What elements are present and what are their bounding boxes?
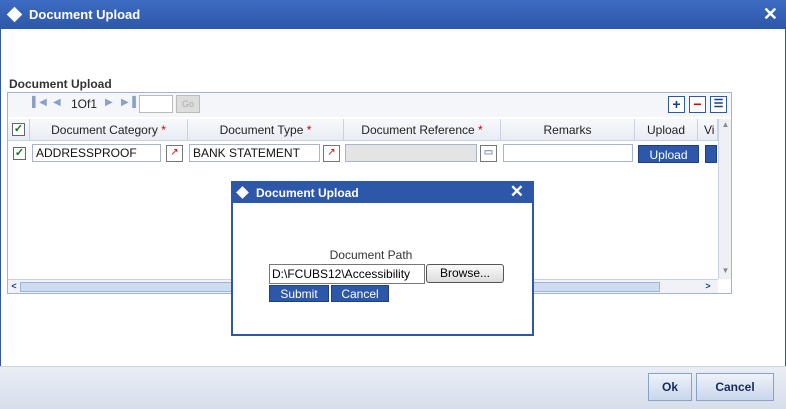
- grid-header: ✓ Document Category * Document Type * Do…: [8, 119, 731, 141]
- table-row: ✓ ADDRESSPROOF ↗ BANK STATEMENT ↗ ▭ Uplo…: [8, 143, 731, 165]
- ok-button[interactable]: Ok: [648, 373, 692, 401]
- select-all-checkbox[interactable]: ✓: [12, 123, 25, 136]
- header-upload: Upload: [635, 119, 698, 141]
- remarks-field[interactable]: [503, 144, 633, 162]
- upload-dialog: Document Upload ✕ Document Path D:\FCUBS…: [231, 181, 534, 336]
- browse-button[interactable]: Browse...: [426, 264, 504, 283]
- page-indicator: 1Of1: [71, 97, 98, 111]
- dialog-diamond-icon: [236, 186, 249, 199]
- window-titlebar: Document Upload ✕: [0, 0, 786, 29]
- window-title: Document Upload: [29, 7, 141, 22]
- reference-comment-icon[interactable]: ▭: [480, 145, 497, 162]
- document-path-label: Document Path: [329, 248, 413, 262]
- section-label: Document Upload: [9, 77, 112, 91]
- document-reference-field: [345, 144, 477, 162]
- first-page-icon[interactable]: ▌◀: [32, 97, 47, 108]
- header-remarks: Remarks: [501, 119, 635, 141]
- scroll-right-icon[interactable]: >: [702, 280, 714, 293]
- header-document-type: Document Type *: [188, 119, 344, 141]
- header-document-category: Document Category *: [30, 119, 188, 141]
- document-category-field[interactable]: ADDRESSPROOF: [32, 144, 161, 162]
- dialog-title: Document Upload: [256, 186, 359, 200]
- header-select-all-cell: ✓: [8, 119, 30, 141]
- window-close-icon[interactable]: ✕: [763, 4, 778, 25]
- scroll-up-icon[interactable]: ▲: [720, 119, 731, 131]
- row-select-checkbox[interactable]: ✓: [13, 147, 26, 160]
- prev-page-icon[interactable]: ◀: [53, 97, 61, 108]
- grid-toolbar: ▌◀ ◀ 1Of1 ▶ ▶▐ Go + − ☰: [8, 93, 731, 117]
- next-page-icon[interactable]: ▶: [105, 97, 113, 108]
- category-lov-icon[interactable]: ↗: [166, 145, 183, 162]
- scroll-down-icon[interactable]: ▼: [720, 265, 731, 277]
- delete-row-button[interactable]: −: [689, 96, 706, 113]
- grid-vertical-scrollbar[interactable]: ▲ ▼: [718, 119, 731, 279]
- single-view-button[interactable]: ☰: [710, 96, 727, 113]
- upload-button[interactable]: Upload: [638, 145, 699, 163]
- header-view: Vi: [698, 119, 718, 141]
- add-row-button[interactable]: +: [668, 96, 685, 113]
- dialog-cancel-button[interactable]: Cancel: [331, 285, 389, 302]
- header-document-reference: Document Reference *: [344, 119, 501, 141]
- submit-button[interactable]: Submit: [269, 285, 329, 302]
- dialog-titlebar: Document Upload ✕: [233, 182, 532, 203]
- go-button[interactable]: Go: [176, 95, 200, 113]
- app-diamond-icon: [6, 6, 23, 23]
- page-number-input[interactable]: [139, 95, 173, 113]
- dialog-close-icon[interactable]: ✕: [510, 182, 524, 202]
- type-lov-icon[interactable]: ↗: [323, 145, 340, 162]
- view-button[interactable]: [705, 145, 717, 163]
- last-page-icon[interactable]: ▶▐: [121, 97, 136, 108]
- document-path-input[interactable]: D:\FCUBS12\Accessibility: [269, 264, 425, 284]
- window-footer: Ok Cancel: [0, 366, 786, 409]
- document-type-field[interactable]: BANK STATEMENT: [189, 144, 320, 162]
- cancel-button[interactable]: Cancel: [696, 373, 774, 401]
- scroll-left-icon[interactable]: <: [8, 280, 20, 293]
